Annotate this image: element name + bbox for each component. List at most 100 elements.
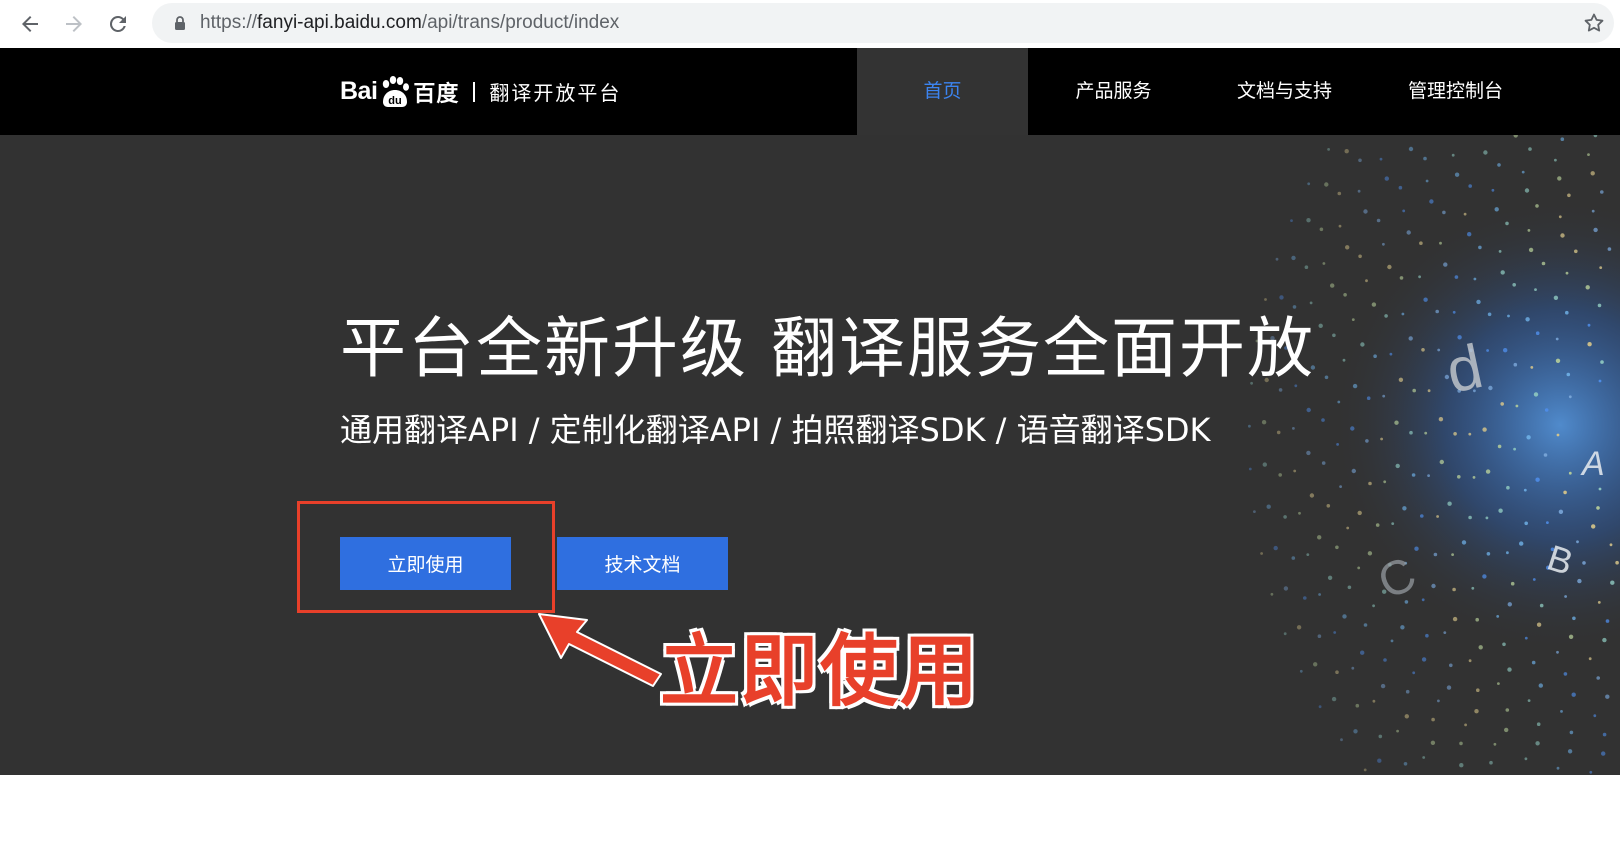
swirl-dot [1382,242,1385,246]
baidu-fanyi-logo[interactable]: Bai du 百度 翻译开放平台 [340,48,621,135]
swirl-dot [1365,279,1368,283]
swirl-dot [1574,249,1578,254]
swirl-dot [1248,424,1251,428]
swirl-dot [1546,521,1549,524]
swirl-dot [1419,241,1423,245]
swirl-dot [1590,171,1595,176]
swirl-dot [1317,535,1322,540]
swirl-dot [1515,404,1519,408]
swirl-dot [1401,312,1405,316]
address-bar[interactable]: https://fanyi-api.baidu.com/api/trans/pr… [152,3,1614,43]
nav-item-products[interactable]: 产品服务 [1028,48,1199,135]
swirl-dot [1429,199,1434,204]
swirl-dot [1478,245,1482,250]
hero-subtitle: 通用翻译API / 定制化翻译API / 拍照翻译SDK / 语音翻译SDK [340,411,1211,449]
swirl-dot [1379,157,1383,161]
swirl-dot [1557,176,1562,181]
swirl-dot [1352,383,1358,389]
swirl-dot [1476,688,1480,692]
swirl-dot [1519,541,1524,546]
swirl-dot [1365,439,1369,443]
swirl-dot [1351,318,1355,321]
nav-item-console[interactable]: 管理控制台 [1370,48,1541,135]
swirl-dot [1538,683,1544,688]
nav-item-home[interactable]: 首页 [857,48,1028,135]
reload-button[interactable] [102,8,134,40]
swirl-dot [1318,705,1322,709]
swirl-dot [1555,337,1559,341]
swirl-dot [1414,546,1419,551]
swirl-dot [1476,299,1481,305]
swirl-dot [1275,257,1279,261]
swirl-dot [1376,218,1381,223]
hero-title: 平台全新升级 翻译服务全面开放 [340,310,1315,387]
swirl-dot [1293,469,1297,473]
swirl-dot [1487,312,1492,317]
swirl-dot [1486,349,1489,352]
swirl-dot [1452,587,1456,592]
swirl-dot [1587,153,1590,156]
swirl-dot [1498,250,1502,253]
swirl-dot [1497,682,1500,685]
swirl-dot [1421,598,1425,602]
swirl-dot [1541,261,1546,266]
swirl-dot [1555,358,1561,363]
swirl-dot [1512,283,1516,287]
tech-docs-button[interactable]: 技术文档 [557,537,728,590]
swirl-dot [1567,749,1573,754]
swirl-dot [1560,137,1565,141]
logo-baidu-cn: 百度 [413,81,460,107]
swirl-dot [1270,592,1274,596]
swirl-dot [1405,689,1410,694]
bookmark-star-icon[interactable] [1582,11,1606,35]
swirl-dot [1472,476,1476,479]
swirl-dot [1507,667,1512,672]
swirl-dot [1602,637,1607,643]
swirl-dot [1451,553,1454,556]
swirl-dot [1421,348,1425,352]
swirl-dot [1615,560,1619,565]
url-text: https://fanyi-api.baidu.com/api/trans/pr… [200,3,619,43]
swirl-dot [1398,185,1403,190]
forward-button[interactable] [58,8,90,40]
swirl-dot [1566,372,1571,377]
swirl-dot [1330,283,1335,288]
swirl-dot [1338,224,1342,228]
swirl-dot [1467,232,1472,237]
swirl-dot [1452,310,1456,314]
swirl-dot [1406,230,1411,235]
swirl-dot [1565,271,1569,275]
swirl-dot [1346,526,1350,530]
swirl-dot [1582,561,1586,565]
swirl-dot [1530,366,1534,369]
swirl-dot [1333,631,1337,634]
swirl-dot [1435,309,1439,314]
swirl-dot [1498,508,1503,513]
swirl-dot [1439,459,1445,465]
back-button[interactable] [14,8,46,40]
swirl-dot [1360,342,1365,347]
swirl-dot [1420,514,1424,518]
swirl-dot [1478,645,1483,650]
swirl-dot [1391,522,1395,525]
nav-item-docs-support[interactable]: 文档与支持 [1199,48,1370,135]
swirl-dot [1507,602,1513,607]
swirl-dot [1327,148,1330,151]
swirl-dot [1418,275,1421,279]
swirl-dot [1489,760,1493,765]
swirl-dot [1526,435,1531,440]
swirl-dot [1373,354,1377,358]
swirl-dot [1363,623,1368,627]
swirl-dot [1291,556,1296,560]
swirl-dot [1507,314,1510,318]
swirl-dot [1306,218,1311,223]
swirl-dot [1591,524,1596,529]
swirl-dot [1588,657,1592,661]
swirl-dot [1278,473,1282,477]
swirl-dot [1372,604,1375,608]
swirl-dot [1468,184,1472,188]
swirl-dot [1431,717,1435,722]
swirl-dot [1482,427,1487,432]
swirl-dot [1596,506,1600,510]
url-path: /api/trans/product/index [421,12,620,33]
